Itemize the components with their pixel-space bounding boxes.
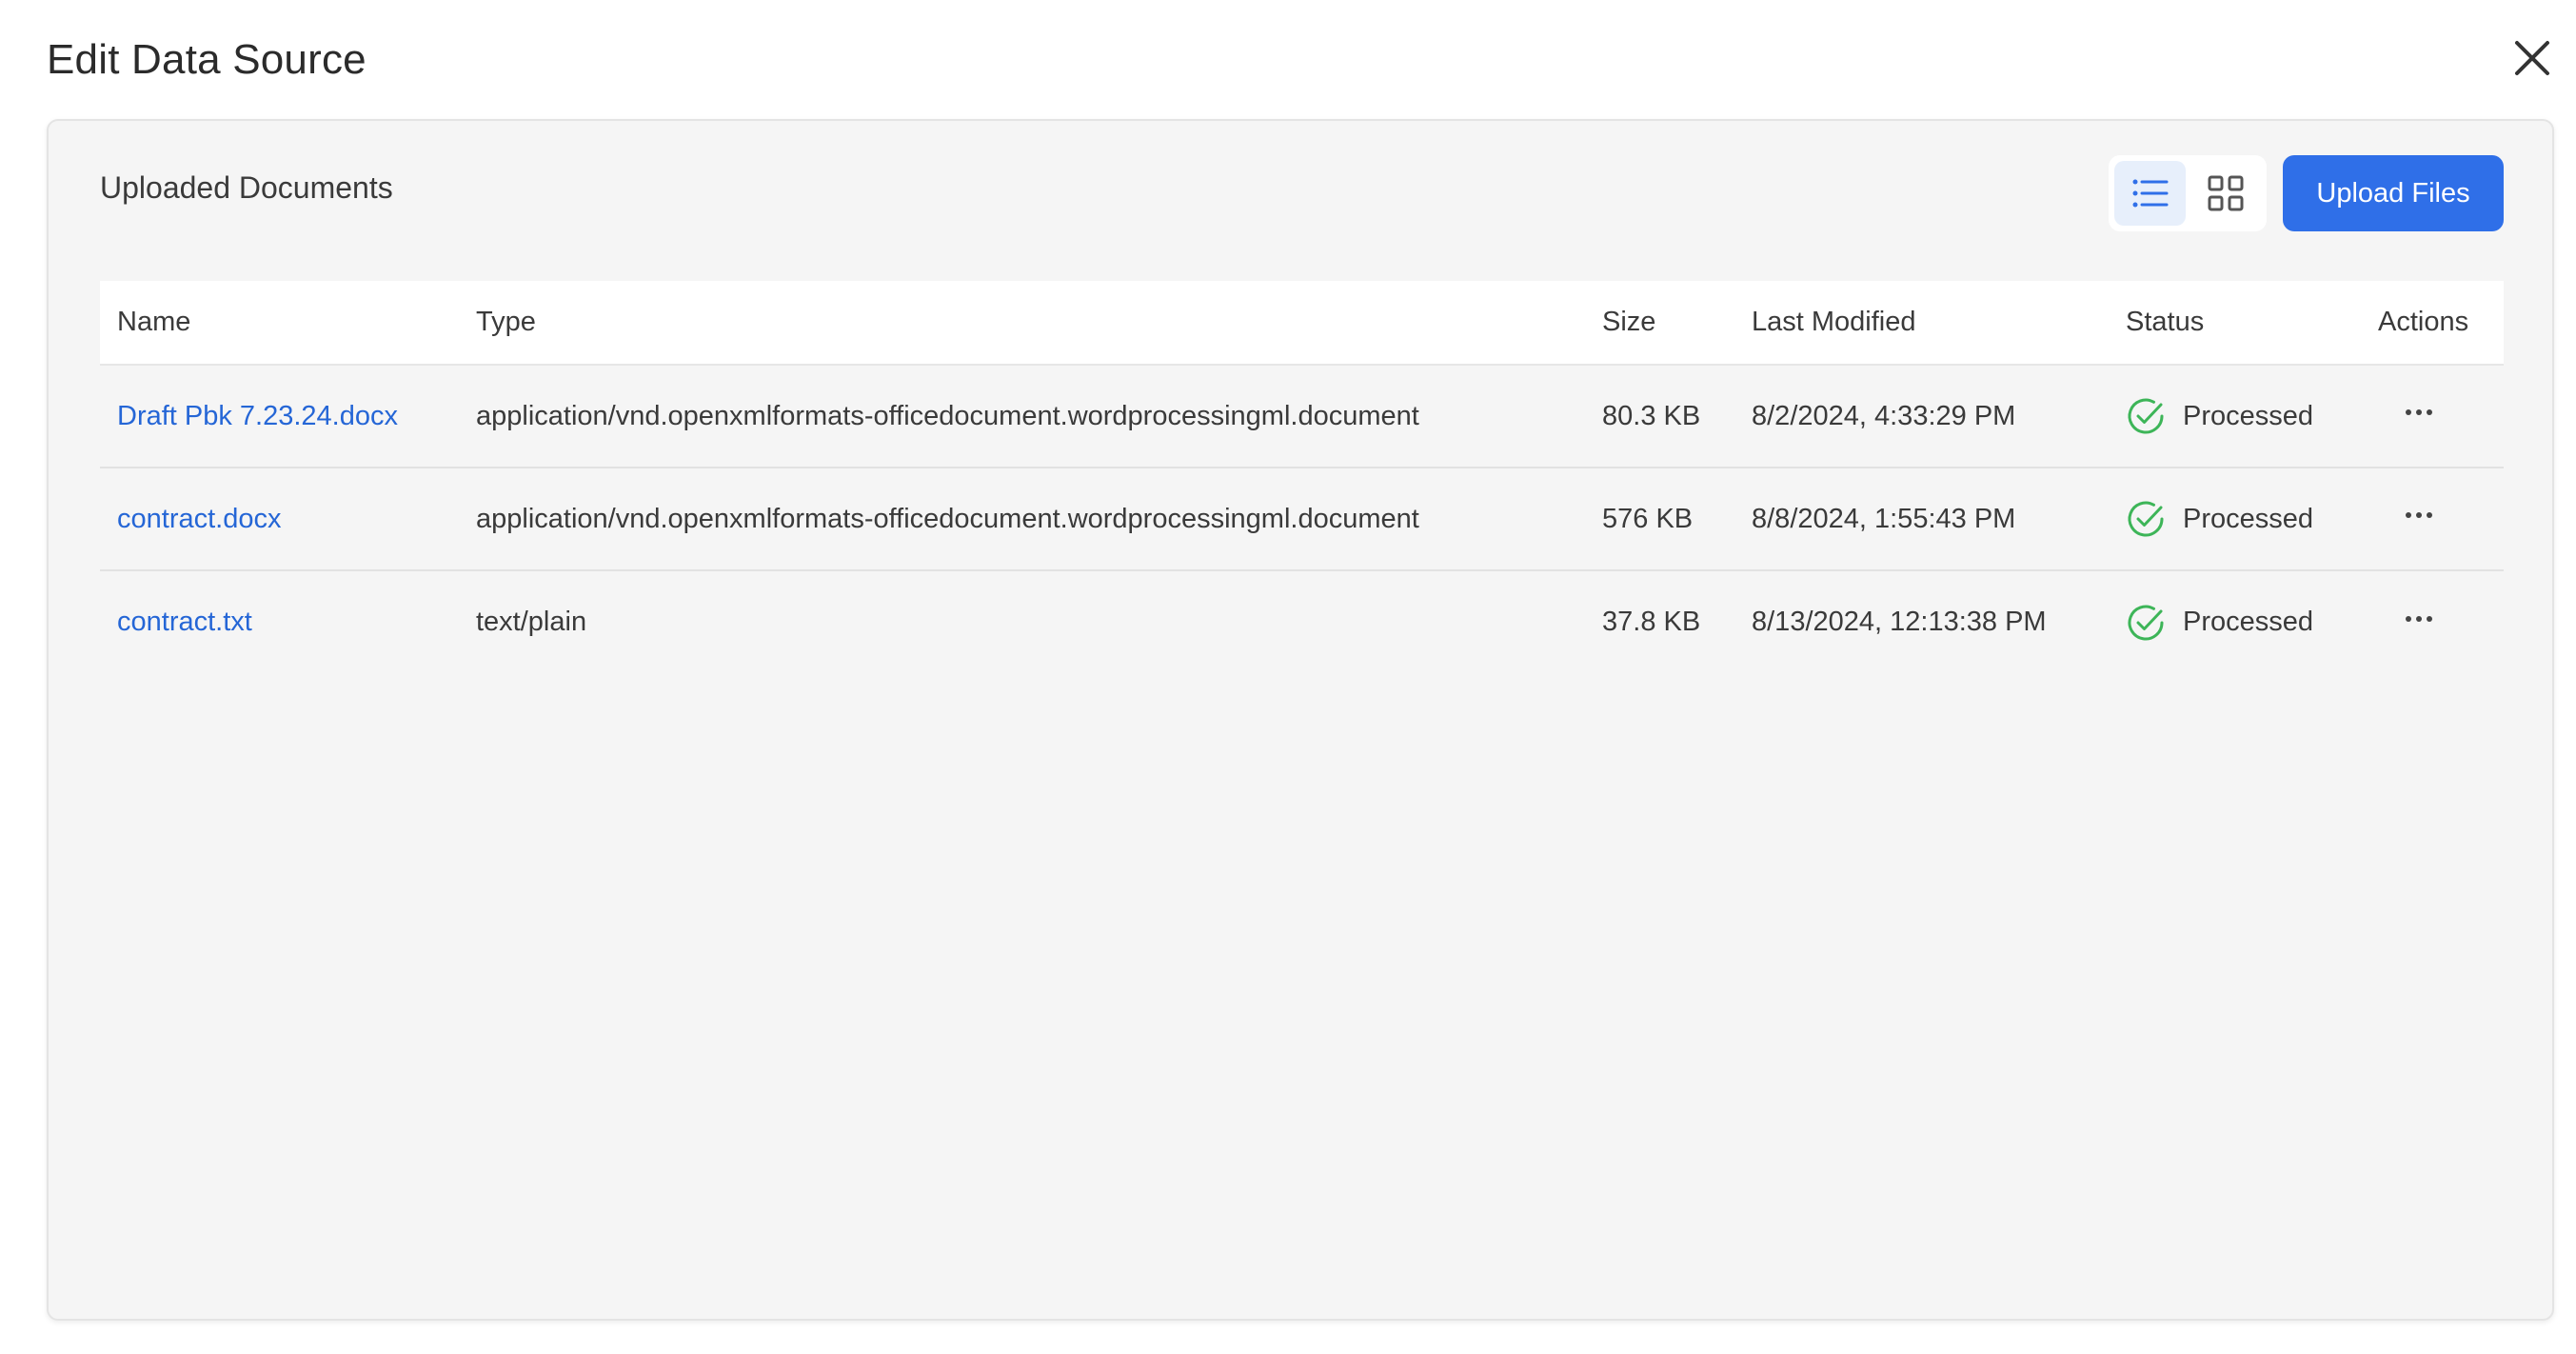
status-badge: Processed — [2126, 499, 2361, 539]
file-name-link[interactable]: contract.docx — [117, 504, 281, 534]
file-size: 37.8 KB — [1602, 607, 1701, 637]
status-badge: Processed — [2126, 603, 2361, 643]
upload-files-button[interactable]: Upload Files — [2283, 155, 2504, 231]
column-header-type[interactable]: Type — [459, 281, 1585, 366]
column-header-status[interactable]: Status — [2109, 281, 2361, 366]
table-row: contract.txt text/plain 37.8 KB 8/13/202… — [100, 570, 2504, 673]
grid-view-icon — [2208, 175, 2243, 211]
status-text: Processed — [2183, 607, 2314, 637]
file-last-modified: 8/8/2024, 1:55:43 PM — [1734, 468, 2109, 571]
file-name-link[interactable]: Draft Pbk 7.23.24.docx — [117, 401, 398, 431]
column-header-last-modified[interactable]: Last Modified — [1734, 281, 2109, 366]
list-view-button[interactable] — [2114, 161, 2186, 226]
documents-table-wrapper: Name Type Size Last Modified Status Acti… — [100, 281, 2504, 673]
check-circle-icon — [2128, 605, 2164, 641]
documents-table: Name Type Size Last Modified Status Acti… — [100, 281, 2504, 673]
list-view-icon — [2132, 179, 2168, 208]
file-type: application/vnd.openxmlformats-officedoc… — [459, 468, 1585, 571]
more-horizontal-icon — [2406, 512, 2432, 518]
column-header-name[interactable]: Name — [100, 281, 459, 366]
more-horizontal-icon — [2406, 615, 2432, 622]
file-name-link[interactable]: contract.txt — [117, 607, 252, 637]
table-header-row: Name Type Size Last Modified Status Acti… — [100, 281, 2504, 366]
file-size: 80.3 KB — [1585, 365, 1734, 468]
grid-view-button[interactable] — [2190, 161, 2261, 226]
check-circle-icon — [2128, 398, 2164, 434]
more-horizontal-icon — [2406, 409, 2432, 415]
check-circle-icon — [2128, 501, 2164, 537]
table-row: contract.docx application/vnd.openxmlfor… — [100, 468, 2504, 571]
row-actions-button[interactable] — [2395, 605, 2443, 633]
file-last-modified: 8/2/2024, 4:33:29 PM — [1734, 365, 2109, 468]
status-text: Processed — [2183, 503, 2314, 534]
file-type: application/vnd.openxmlformats-officedoc… — [459, 365, 1585, 468]
column-header-actions: Actions — [2361, 281, 2504, 366]
panel-heading: Uploaded Documents — [100, 170, 393, 205]
table-row: Draft Pbk 7.23.24.docx application/vnd.o… — [100, 365, 2504, 468]
file-last-modified: 8/13/2024, 12:13:38 PM — [1752, 607, 2047, 637]
status-text: Processed — [2183, 400, 2314, 431]
view-toggle — [2109, 155, 2267, 231]
dialog-title: Edit Data Source — [47, 36, 367, 83]
documents-panel: Uploaded Documents Upload Files Name Typ… — [47, 119, 2554, 1321]
close-icon — [2515, 41, 2549, 75]
status-badge: Processed — [2126, 396, 2361, 436]
row-actions-button[interactable] — [2395, 398, 2443, 427]
column-header-size[interactable]: Size — [1585, 281, 1734, 366]
row-actions-button[interactable] — [2395, 501, 2443, 529]
file-size: 576 KB — [1585, 468, 1734, 571]
file-type: text/plain — [476, 607, 587, 637]
close-button[interactable] — [2508, 34, 2556, 82]
